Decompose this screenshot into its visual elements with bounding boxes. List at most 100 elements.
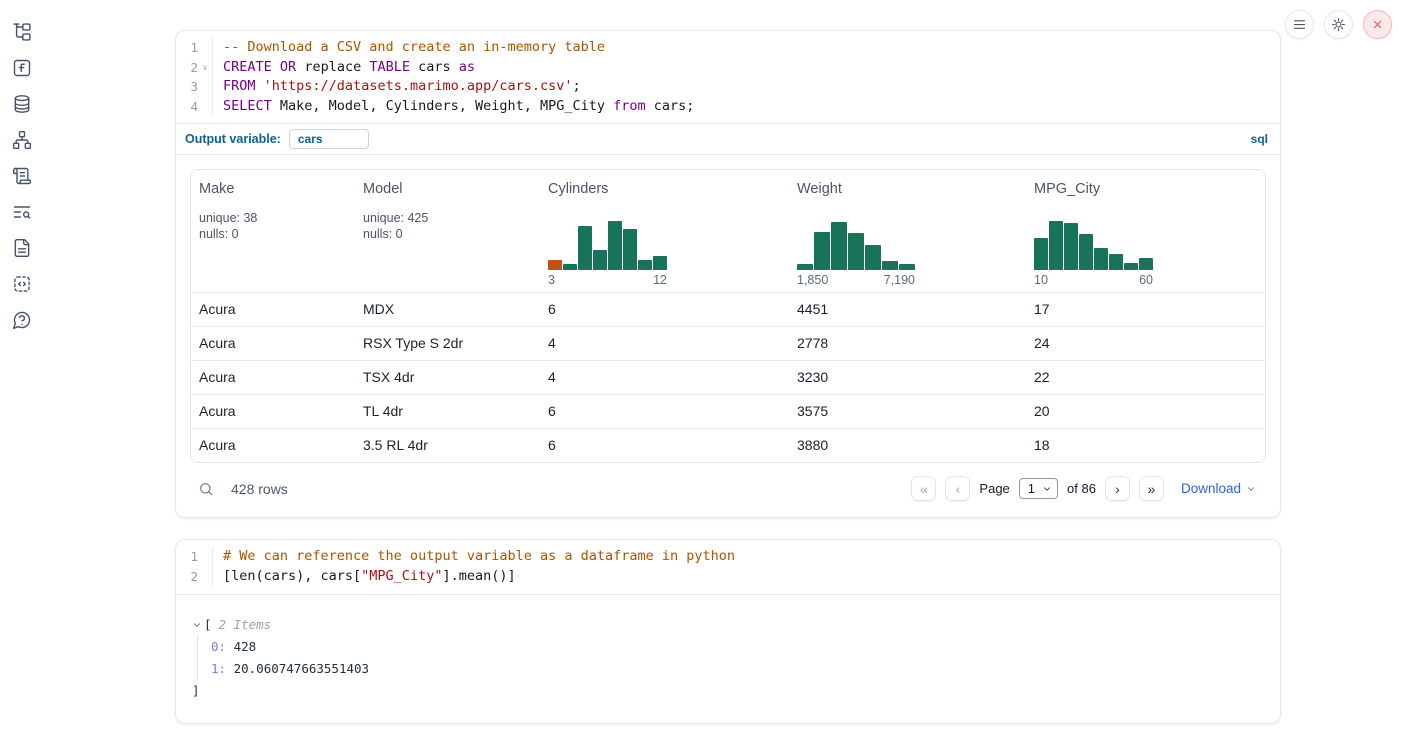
column-stat: unique: 425 bbox=[363, 210, 532, 226]
table-row[interactable]: AcuraTSX 4dr4323022 bbox=[191, 360, 1265, 394]
help-icon bbox=[12, 310, 32, 330]
table-cell: 3.5 RL 4dr bbox=[355, 429, 540, 462]
table-header-row: Makeunique: 38nulls: 0Modelunique: 425nu… bbox=[191, 170, 1265, 292]
column-header-make[interactable]: Makeunique: 38nulls: 0 bbox=[191, 170, 355, 292]
python-code-editor[interactable]: 1# We can reference the output variable … bbox=[176, 540, 1280, 593]
fold-marker[interactable]: ∨ bbox=[198, 58, 212, 78]
table-cell: 2778 bbox=[789, 327, 1026, 360]
sidebar-item-dependencies[interactable] bbox=[12, 130, 32, 150]
code-line[interactable]: 2∨CREATE OR replace TABLE cars as bbox=[176, 58, 1280, 78]
column-header-model[interactable]: Modelunique: 425nulls: 0 bbox=[355, 170, 540, 292]
gear-icon bbox=[1331, 17, 1346, 32]
tree-summary: 2 Items bbox=[219, 614, 272, 636]
table-body: AcuraMDX6445117AcuraRSX Type S 2dr427782… bbox=[191, 292, 1265, 462]
sidebar-item-documentation[interactable] bbox=[12, 238, 32, 258]
column-header-weight[interactable]: Weight1,8507,190 bbox=[789, 170, 1026, 292]
python-cell: 1# We can reference the output variable … bbox=[175, 539, 1281, 723]
axis-min-label: 10 bbox=[1034, 273, 1048, 287]
output-variable-input[interactable]: cars bbox=[289, 129, 369, 149]
snippets-icon bbox=[12, 274, 32, 294]
table-row[interactable]: AcuraRSX Type S 2dr4277824 bbox=[191, 326, 1265, 360]
menu-icon bbox=[1292, 17, 1307, 32]
column-stats: unique: 38nulls: 0 bbox=[199, 210, 347, 242]
sidebar-item-datasources[interactable] bbox=[12, 94, 32, 114]
table-cell: 4451 bbox=[789, 293, 1026, 326]
tree-close-bracket: ] bbox=[192, 680, 1264, 702]
column-header-cylinders[interactable]: Cylinders312 bbox=[540, 170, 789, 292]
table-cell: 3230 bbox=[789, 361, 1026, 394]
histogram-axis: 312 bbox=[548, 273, 667, 287]
next-page-button[interactable]: › bbox=[1105, 476, 1130, 501]
histogram-bar bbox=[882, 261, 898, 270]
fold-marker bbox=[198, 38, 212, 58]
axis-max-label: 60 bbox=[1139, 273, 1153, 287]
code-text: SELECT Make, Model, Cylinders, Weight, M… bbox=[212, 97, 1280, 117]
chevron-down-icon bbox=[192, 620, 202, 630]
page-select[interactable]: 1 bbox=[1019, 478, 1058, 499]
table-row[interactable]: AcuraTL 4dr6357520 bbox=[191, 394, 1265, 428]
last-page-button[interactable]: » bbox=[1139, 476, 1164, 501]
tree-header: [2 Items bbox=[192, 614, 1264, 636]
histogram-bar bbox=[1064, 223, 1078, 270]
search-icon bbox=[198, 481, 214, 497]
column-header-mpg_city[interactable]: MPG_City1060 bbox=[1026, 170, 1265, 292]
sql-cell: 1-- Download a CSV and create an in-memo… bbox=[175, 30, 1281, 518]
code-text: [len(cars), cars["MPG_City"].mean()] bbox=[212, 567, 1280, 587]
file-tree-icon bbox=[12, 22, 32, 42]
prev-page-button[interactable]: ‹ bbox=[945, 476, 970, 501]
histogram-bar bbox=[848, 233, 864, 270]
code-line[interactable]: 4SELECT Make, Model, Cylinders, Weight, … bbox=[176, 97, 1280, 117]
sidebar-item-snippets[interactable] bbox=[12, 274, 32, 294]
close-icon bbox=[1370, 17, 1385, 32]
code-line[interactable]: 1-- Download a CSV and create an in-memo… bbox=[176, 38, 1280, 58]
table-search-button[interactable] bbox=[198, 481, 214, 497]
histogram-bars bbox=[548, 218, 667, 270]
tree-item-value: 20.060747663551403 bbox=[226, 661, 369, 676]
code-line[interactable]: 3FROM 'https://datasets.marimo.app/cars.… bbox=[176, 77, 1280, 97]
sidebar-item-logs[interactable] bbox=[12, 202, 32, 222]
sidebar-item-variables[interactable] bbox=[12, 58, 32, 78]
code-text: # We can reference the output variable a… bbox=[212, 547, 1280, 567]
output-variable-label: Output variable: bbox=[185, 132, 281, 146]
dependency-graph-icon bbox=[12, 130, 32, 150]
table-cell: TL 4dr bbox=[355, 395, 540, 428]
scroll-icon bbox=[12, 166, 32, 186]
tree-open-bracket: [ bbox=[204, 614, 212, 636]
tree-collapse-toggle[interactable] bbox=[192, 620, 202, 630]
download-label: Download bbox=[1181, 481, 1241, 496]
table-cell: 3575 bbox=[789, 395, 1026, 428]
sidebar-item-scratchpad[interactable] bbox=[12, 166, 32, 186]
code-text: CREATE OR replace TABLE cars as bbox=[212, 58, 1280, 78]
fold-marker bbox=[198, 77, 212, 97]
histogram-bar bbox=[1034, 238, 1048, 270]
histogram-bar bbox=[623, 229, 637, 270]
tree-items: 0: 4281: 20.060747663551403 bbox=[197, 636, 1264, 680]
column-histogram: 1,8507,190 bbox=[797, 218, 915, 287]
chevron-down-icon bbox=[1042, 484, 1052, 494]
menu-button[interactable] bbox=[1285, 10, 1314, 39]
settings-button[interactable] bbox=[1324, 10, 1353, 39]
sidebar-item-files[interactable] bbox=[12, 22, 32, 42]
table-cell: Acura bbox=[191, 361, 355, 394]
axis-max-label: 12 bbox=[653, 273, 667, 287]
first-page-button[interactable]: « bbox=[911, 476, 936, 501]
histogram-bar bbox=[865, 245, 881, 270]
table-footer: 428 rows « ‹ Page 1 of 86 › » Download bbox=[176, 463, 1280, 517]
sql-code-editor[interactable]: 1-- Download a CSV and create an in-memo… bbox=[176, 31, 1280, 123]
code-line[interactable]: 2[len(cars), cars["MPG_City"].mean()] bbox=[176, 567, 1280, 587]
shutdown-button[interactable] bbox=[1363, 10, 1392, 39]
column-stats: unique: 425nulls: 0 bbox=[363, 210, 532, 242]
histogram-bar bbox=[593, 250, 607, 270]
code-line[interactable]: 1# We can reference the output variable … bbox=[176, 547, 1280, 567]
line-number: 2 bbox=[176, 58, 198, 78]
sidebar-item-help[interactable] bbox=[12, 310, 32, 330]
download-button[interactable]: Download bbox=[1181, 481, 1256, 496]
chevron-down-icon bbox=[1246, 484, 1256, 494]
table-cell: Acura bbox=[191, 395, 355, 428]
table-row[interactable]: Acura3.5 RL 4dr6388018 bbox=[191, 428, 1265, 462]
histogram-bars bbox=[1034, 218, 1153, 270]
tree-item: 0: 428 bbox=[211, 636, 1264, 658]
table-row[interactable]: AcuraMDX6445117 bbox=[191, 292, 1265, 326]
table-cell: 17 bbox=[1026, 293, 1265, 326]
fold-marker bbox=[198, 567, 212, 587]
